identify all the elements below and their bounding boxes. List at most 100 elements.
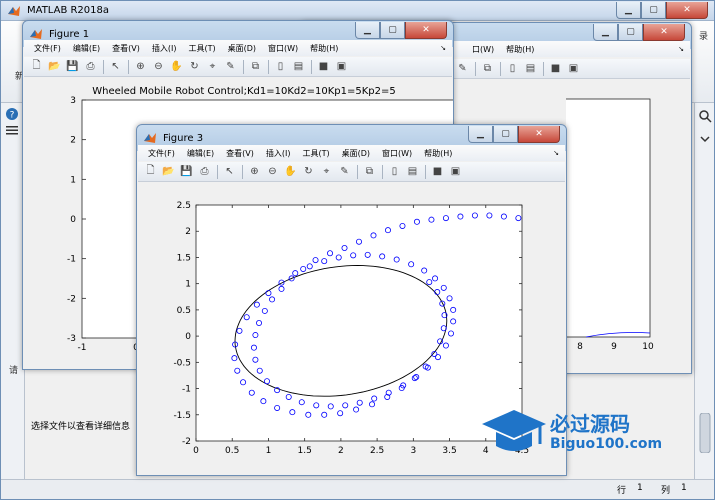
x-tick-label: 1.5 bbox=[298, 446, 312, 456]
figure1-menu-window[interactable]: 窗口(W) bbox=[262, 43, 304, 54]
figure3-zoom-out-icon[interactable]: ⊖ bbox=[264, 164, 281, 180]
figure3-legend-icon[interactable]: ▤ bbox=[404, 164, 421, 180]
figure3-menu-help[interactable]: 帮助(H) bbox=[418, 148, 458, 159]
help-icon[interactable]: ? bbox=[5, 107, 19, 121]
figure3-minimize-button[interactable]: ▁ bbox=[468, 126, 493, 143]
figure2-brush-icon[interactable]: ✎ bbox=[454, 61, 471, 77]
figure1-print-icon[interactable]: ⎙ bbox=[82, 59, 99, 75]
figure1-pan-icon[interactable]: ✋ bbox=[168, 59, 185, 75]
figure1-menu-desktop[interactable]: 桌面(D) bbox=[222, 43, 262, 54]
figure2-menu-window[interactable]: 口(W) bbox=[466, 44, 500, 55]
figure3-brush-icon[interactable]: ✎ bbox=[336, 164, 353, 180]
figure1-menu-tools[interactable]: 工具(T) bbox=[182, 43, 221, 54]
figure1-plot-title: Wheeled Mobile Robot Control;Kd1=10Kd2=1… bbox=[92, 86, 395, 97]
figure3-pan-icon[interactable]: ✋ bbox=[282, 164, 299, 180]
figure1-hide-tools-icon[interactable]: ■ bbox=[315, 59, 332, 75]
figure1-matlab-icon bbox=[30, 29, 42, 39]
figure1-link-icon[interactable]: ⧉ bbox=[247, 59, 264, 75]
figure1-maximize-button[interactable]: ▢ bbox=[380, 22, 405, 39]
figure1-zoom-out-icon[interactable]: ⊖ bbox=[150, 59, 167, 75]
maximize-button[interactable]: ▢ bbox=[641, 2, 666, 19]
figure2-close-button[interactable]: ✕ bbox=[643, 24, 685, 41]
figure1-rotate-icon[interactable]: ↻ bbox=[186, 59, 203, 75]
figure2-x-tick-10: 10 bbox=[642, 342, 654, 352]
x-tick-label: 2 bbox=[338, 446, 344, 456]
figure1-zoom-in-icon[interactable]: ⊕ bbox=[132, 59, 149, 75]
close-button[interactable]: ✕ bbox=[666, 2, 708, 19]
x-tick-label: 1 bbox=[266, 446, 272, 456]
figure1-brush-icon[interactable]: ✎ bbox=[222, 59, 239, 75]
search-icon[interactable] bbox=[698, 109, 712, 123]
figure3-maximize-button[interactable]: ▢ bbox=[493, 126, 518, 143]
figure1-save-icon[interactable]: 💾 bbox=[64, 59, 81, 75]
status-row-value: 1 bbox=[637, 483, 643, 493]
figure1-open-icon[interactable]: 📂 bbox=[46, 59, 63, 75]
figure3-new-icon[interactable]: 🗋 bbox=[142, 164, 159, 180]
matlab-detail-fragment: 请 bbox=[9, 366, 19, 376]
figure2-dock-icon[interactable]: ▣ bbox=[565, 61, 582, 77]
scrollbar[interactable] bbox=[699, 413, 711, 453]
figure3-zoom-in-icon[interactable]: ⊕ bbox=[246, 164, 263, 180]
figure3-menu-window[interactable]: 窗口(W) bbox=[376, 148, 418, 159]
figure3-hide-tools-icon[interactable]: ■ bbox=[429, 164, 446, 180]
figure1-dock-icon[interactable]: ▣ bbox=[333, 59, 350, 75]
figure3-menu-file[interactable]: 文件(F) bbox=[142, 148, 181, 159]
figure2-link-icon[interactable]: ⧉ bbox=[479, 61, 496, 77]
figure2-colorbar-icon[interactable]: ▯ bbox=[504, 61, 521, 77]
figure1-menu-edit[interactable]: 编辑(E) bbox=[67, 43, 106, 54]
figure3-pointer-icon[interactable]: ↖ bbox=[221, 164, 238, 180]
figure1-menu-insert[interactable]: 插入(I) bbox=[146, 43, 183, 54]
figure1-new-icon[interactable]: 🗋 bbox=[28, 59, 45, 75]
figure3-matlab-icon bbox=[144, 133, 156, 143]
figure3-menu-arrow-icon[interactable]: ↘ bbox=[553, 149, 559, 157]
figure3-save-icon[interactable]: 💾 bbox=[178, 164, 195, 180]
figure2-menu-arrow-icon[interactable]: ↘ bbox=[678, 45, 684, 53]
figure2-minimize-button[interactable]: ▁ bbox=[593, 24, 618, 41]
figure3-menu-insert[interactable]: 插入(I) bbox=[260, 148, 297, 159]
x-tick-label: 2.5 bbox=[370, 446, 384, 456]
figure3-colorbar-icon[interactable]: ▯ bbox=[386, 164, 403, 180]
figure3-menu-view[interactable]: 查看(V) bbox=[220, 148, 260, 159]
y-tick-label: 0.5 bbox=[177, 306, 191, 316]
figure1-close-button[interactable]: ✕ bbox=[405, 22, 447, 39]
figure1-menu-view[interactable]: 查看(V) bbox=[106, 43, 146, 54]
figure2-caption-buttons: ▁ ▢ ✕ bbox=[593, 24, 685, 41]
figure3-menu-tools[interactable]: 工具(T) bbox=[296, 148, 335, 159]
figure3-dock-icon[interactable]: ▣ bbox=[447, 164, 464, 180]
minimize-button[interactable]: ▁ bbox=[616, 2, 641, 19]
biguo-watermark: 必过源码 Biguo100.com bbox=[478, 404, 688, 464]
list-icon[interactable] bbox=[5, 125, 19, 135]
figure2-hide-tools-icon[interactable]: ■ bbox=[547, 61, 564, 77]
figure3-caption-buttons: ▁ ▢ ✕ bbox=[468, 126, 560, 143]
figure3-rotate-icon[interactable]: ↻ bbox=[300, 164, 317, 180]
figure2-legend-icon[interactable]: ▤ bbox=[522, 61, 539, 77]
figure3-menu-desktop[interactable]: 桌面(D) bbox=[336, 148, 376, 159]
figure1-legend-icon[interactable]: ▤ bbox=[290, 59, 307, 75]
figure2-axes-box bbox=[505, 98, 651, 338]
y-tick-label: 1 bbox=[185, 280, 191, 290]
y-tick-label: 2.5 bbox=[177, 201, 191, 211]
figure1-minimize-button[interactable]: ▁ bbox=[355, 22, 380, 39]
figure1-menu-help[interactable]: 帮助(H) bbox=[304, 43, 344, 54]
figure1-menu-file[interactable]: 文件(F) bbox=[28, 43, 67, 54]
figure3-datatip-icon[interactable]: ⌖ bbox=[318, 164, 335, 180]
figure3-open-icon[interactable]: 📂 bbox=[160, 164, 177, 180]
figure2-menu-help[interactable]: 帮助(H) bbox=[500, 44, 540, 55]
figure1-title: Figure 1 bbox=[49, 28, 90, 40]
figure1-colorbar-icon[interactable]: ▯ bbox=[272, 59, 289, 75]
figure1-datatip-icon[interactable]: ⌖ bbox=[204, 59, 221, 75]
figure3-link-icon[interactable]: ⧉ bbox=[361, 164, 378, 180]
figure3-menu-edit[interactable]: 编辑(E) bbox=[181, 148, 220, 159]
figure1-pointer-icon[interactable]: ↖ bbox=[107, 59, 124, 75]
figure3-print-icon[interactable]: ⎙ bbox=[196, 164, 213, 180]
figure3-close-button[interactable]: ✕ bbox=[518, 126, 560, 143]
figure1-caption-buttons: ▁ ▢ ✕ bbox=[355, 22, 447, 39]
figure3-menubar: 文件(F) 编辑(E) 查看(V) 插入(I) 工具(T) 桌面(D) 窗口(W… bbox=[138, 145, 565, 161]
figure1-menu-arrow-icon[interactable]: ↘ bbox=[440, 44, 446, 52]
figure2-maximize-button[interactable]: ▢ bbox=[618, 24, 643, 41]
figure1-y-tick-label: 2 bbox=[70, 136, 76, 146]
chevron-down-icon[interactable] bbox=[699, 133, 711, 145]
matlab-login-fragment[interactable]: 录 bbox=[699, 29, 708, 42]
figure1-y-tick-label: -1 bbox=[67, 255, 76, 265]
figure1-y-tick-label: 0 bbox=[70, 215, 76, 225]
